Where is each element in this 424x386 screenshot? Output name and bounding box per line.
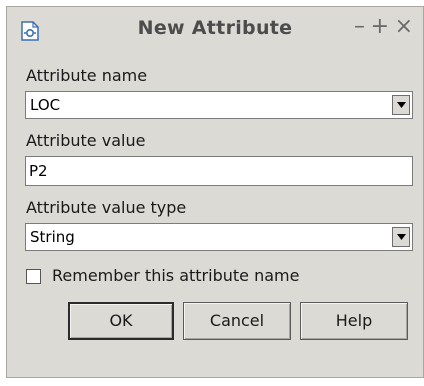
- chevron-down-icon: [397, 234, 406, 240]
- attribute-name-combobox[interactable]: LOC: [25, 91, 413, 119]
- cancel-button[interactable]: Cancel: [183, 302, 291, 340]
- maximize-button[interactable]: +: [371, 15, 389, 39]
- remember-checkbox[interactable]: [26, 269, 41, 284]
- ok-button[interactable]: OK: [68, 302, 174, 340]
- attribute-name-dropdown-button[interactable]: [392, 95, 410, 115]
- chevron-down-icon: [397, 102, 406, 108]
- attribute-value-type-combobox[interactable]: String: [25, 223, 413, 251]
- attribute-value-input[interactable]: [29, 162, 399, 180]
- attribute-value-type-label: Attribute value type: [26, 198, 187, 217]
- remember-checkbox-label[interactable]: Remember this attribute name: [52, 266, 299, 285]
- title-bar[interactable]: New Attribute – + ×: [7, 7, 423, 53]
- minimize-button[interactable]: –: [354, 15, 365, 39]
- attribute-value-type-value: String: [30, 228, 75, 246]
- attribute-value-type-dropdown-button[interactable]: [392, 227, 410, 247]
- attribute-value-label: Attribute value: [26, 131, 146, 150]
- attribute-value-field[interactable]: [25, 156, 413, 186]
- attribute-name-label: Attribute name: [26, 66, 148, 85]
- new-attribute-dialog: New Attribute – + × Attribute name LOC A…: [6, 6, 424, 378]
- help-button[interactable]: Help: [300, 302, 408, 340]
- close-button[interactable]: ×: [395, 15, 413, 39]
- attribute-name-value: LOC: [30, 96, 61, 114]
